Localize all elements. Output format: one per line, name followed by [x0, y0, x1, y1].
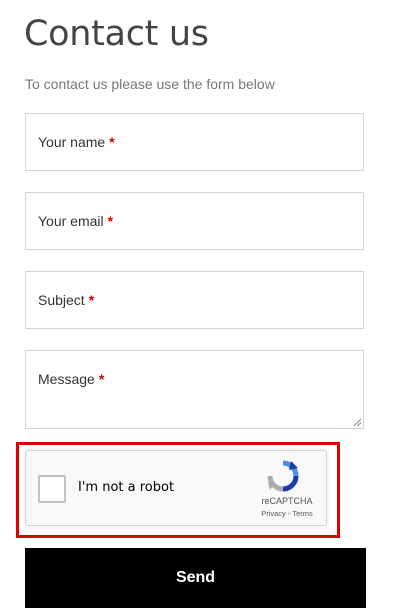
page-title: Contact us: [24, 14, 209, 54]
required-asterisk: *: [88, 292, 95, 308]
terms-link[interactable]: Terms: [292, 509, 312, 518]
form-intro-text: To contact us please use the form below: [25, 76, 275, 92]
name-field[interactable]: Your name *: [25, 113, 364, 171]
recaptcha-checkbox[interactable]: [38, 475, 66, 503]
message-textarea[interactable]: Message *: [25, 350, 364, 429]
recaptcha-label: I'm not a robot: [78, 480, 175, 495]
recaptcha-links: Privacy - Terms: [252, 509, 322, 519]
email-field-placeholder: Your email *: [38, 213, 114, 229]
name-field-placeholder: Your name *: [38, 134, 115, 150]
recaptcha-widget: I'm not a robot reCAPTCHA Privacy - Term…: [25, 450, 327, 526]
required-asterisk: *: [107, 213, 114, 229]
email-field[interactable]: Your email *: [25, 192, 364, 250]
subject-field-placeholder: Subject *: [38, 292, 95, 308]
textarea-resize-handle[interactable]: [353, 418, 361, 426]
recaptcha-logo-icon: [267, 460, 299, 492]
recaptcha-brand: reCAPTCHA: [261, 496, 313, 506]
message-textarea-placeholder: Message *: [38, 371, 105, 387]
required-asterisk: *: [98, 371, 105, 387]
send-button[interactable]: Send: [25, 548, 366, 608]
privacy-link[interactable]: Privacy: [261, 509, 286, 518]
subject-field[interactable]: Subject *: [25, 271, 364, 329]
required-asterisk: *: [109, 134, 115, 150]
